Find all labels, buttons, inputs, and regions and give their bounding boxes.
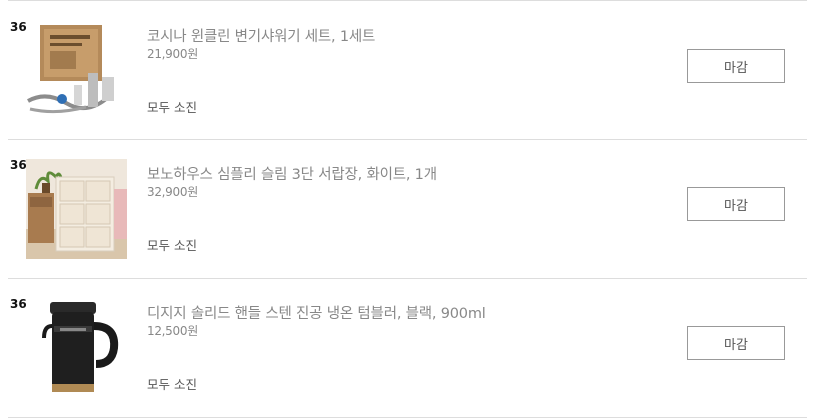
product-image-tumbler[interactable] xyxy=(26,298,127,398)
product-price: 32,900원 xyxy=(147,185,198,199)
closed-button[interactable]: 마감 xyxy=(687,49,785,83)
list-item: 365 코시나 윈클린 변기샤워기 세트, 1세트 21,900원 모두 소진 … xyxy=(8,0,807,140)
closed-button[interactable]: 마감 xyxy=(687,187,785,221)
product-image-drawer-cabinet[interactable] xyxy=(26,159,127,259)
product-title[interactable]: 코시나 윈클린 변기샤워기 세트, 1세트 xyxy=(147,25,375,46)
product-image-bidet-set[interactable] xyxy=(26,21,127,121)
list-item: 366 보노하우스 심플리 슬림 3단 서랍장, 화이트, 1개 32,900원 xyxy=(8,139,807,279)
closed-button[interactable]: 마감 xyxy=(687,326,785,360)
product-title[interactable]: 보노하우스 심플리 슬림 3단 서랍장, 화이트, 1개 xyxy=(147,163,437,184)
list-item: 367 디지지 솔리드 핸들 스텐 진공 냉온 텀블러, 블랙, 900ml 1… xyxy=(8,278,807,418)
product-price: 21,900원 xyxy=(147,47,198,61)
stock-status: 모두 소진 xyxy=(147,377,197,392)
stock-status: 모두 소진 xyxy=(147,238,197,253)
product-price: 12,500원 xyxy=(147,324,198,338)
product-title[interactable]: 디지지 솔리드 핸들 스텐 진공 냉온 텀블러, 블랙, 900ml xyxy=(147,302,486,323)
deal-list: 365 코시나 윈클린 변기샤워기 세트, 1세트 21,900원 모두 소진 … xyxy=(0,0,820,418)
stock-status: 모두 소진 xyxy=(147,100,197,115)
